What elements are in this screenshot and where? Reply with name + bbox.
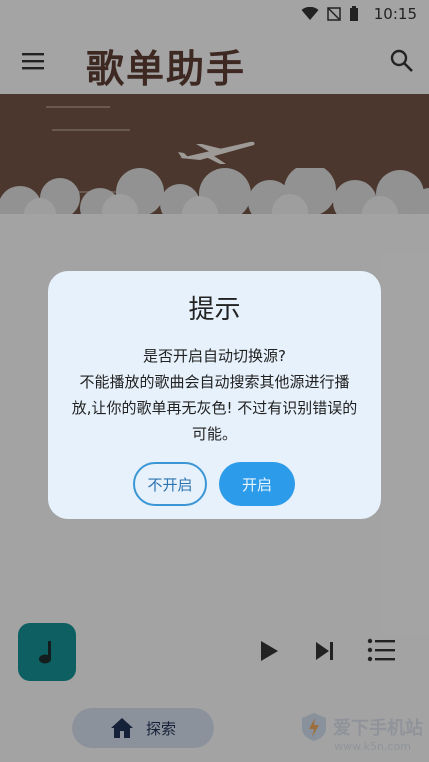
dialog-message-line: 放,让你的歌单再无灰色! 不过有识别错误的 xyxy=(71,399,358,417)
dialog-title: 提示 xyxy=(188,295,241,325)
dialog-message: 是否开启自动切换源? 不能播放的歌曲会自动搜索其他源进行播 放,让你的歌单再无灰… xyxy=(62,343,367,447)
auto-switch-dialog: 提示 是否开启自动切换源? 不能播放的歌曲会自动搜索其他源进行播 放,让你的歌单… xyxy=(48,271,381,519)
dialog-message-line: 可能。 xyxy=(191,425,237,443)
enable-button[interactable]: 开启 xyxy=(219,462,295,506)
dialog-message-line: 是否开启自动切换源? xyxy=(143,347,286,365)
dialog-message-line: 不能播放的歌曲会自动搜索其他源进行播 xyxy=(79,373,350,391)
disable-button[interactable]: 不开启 xyxy=(133,462,207,506)
